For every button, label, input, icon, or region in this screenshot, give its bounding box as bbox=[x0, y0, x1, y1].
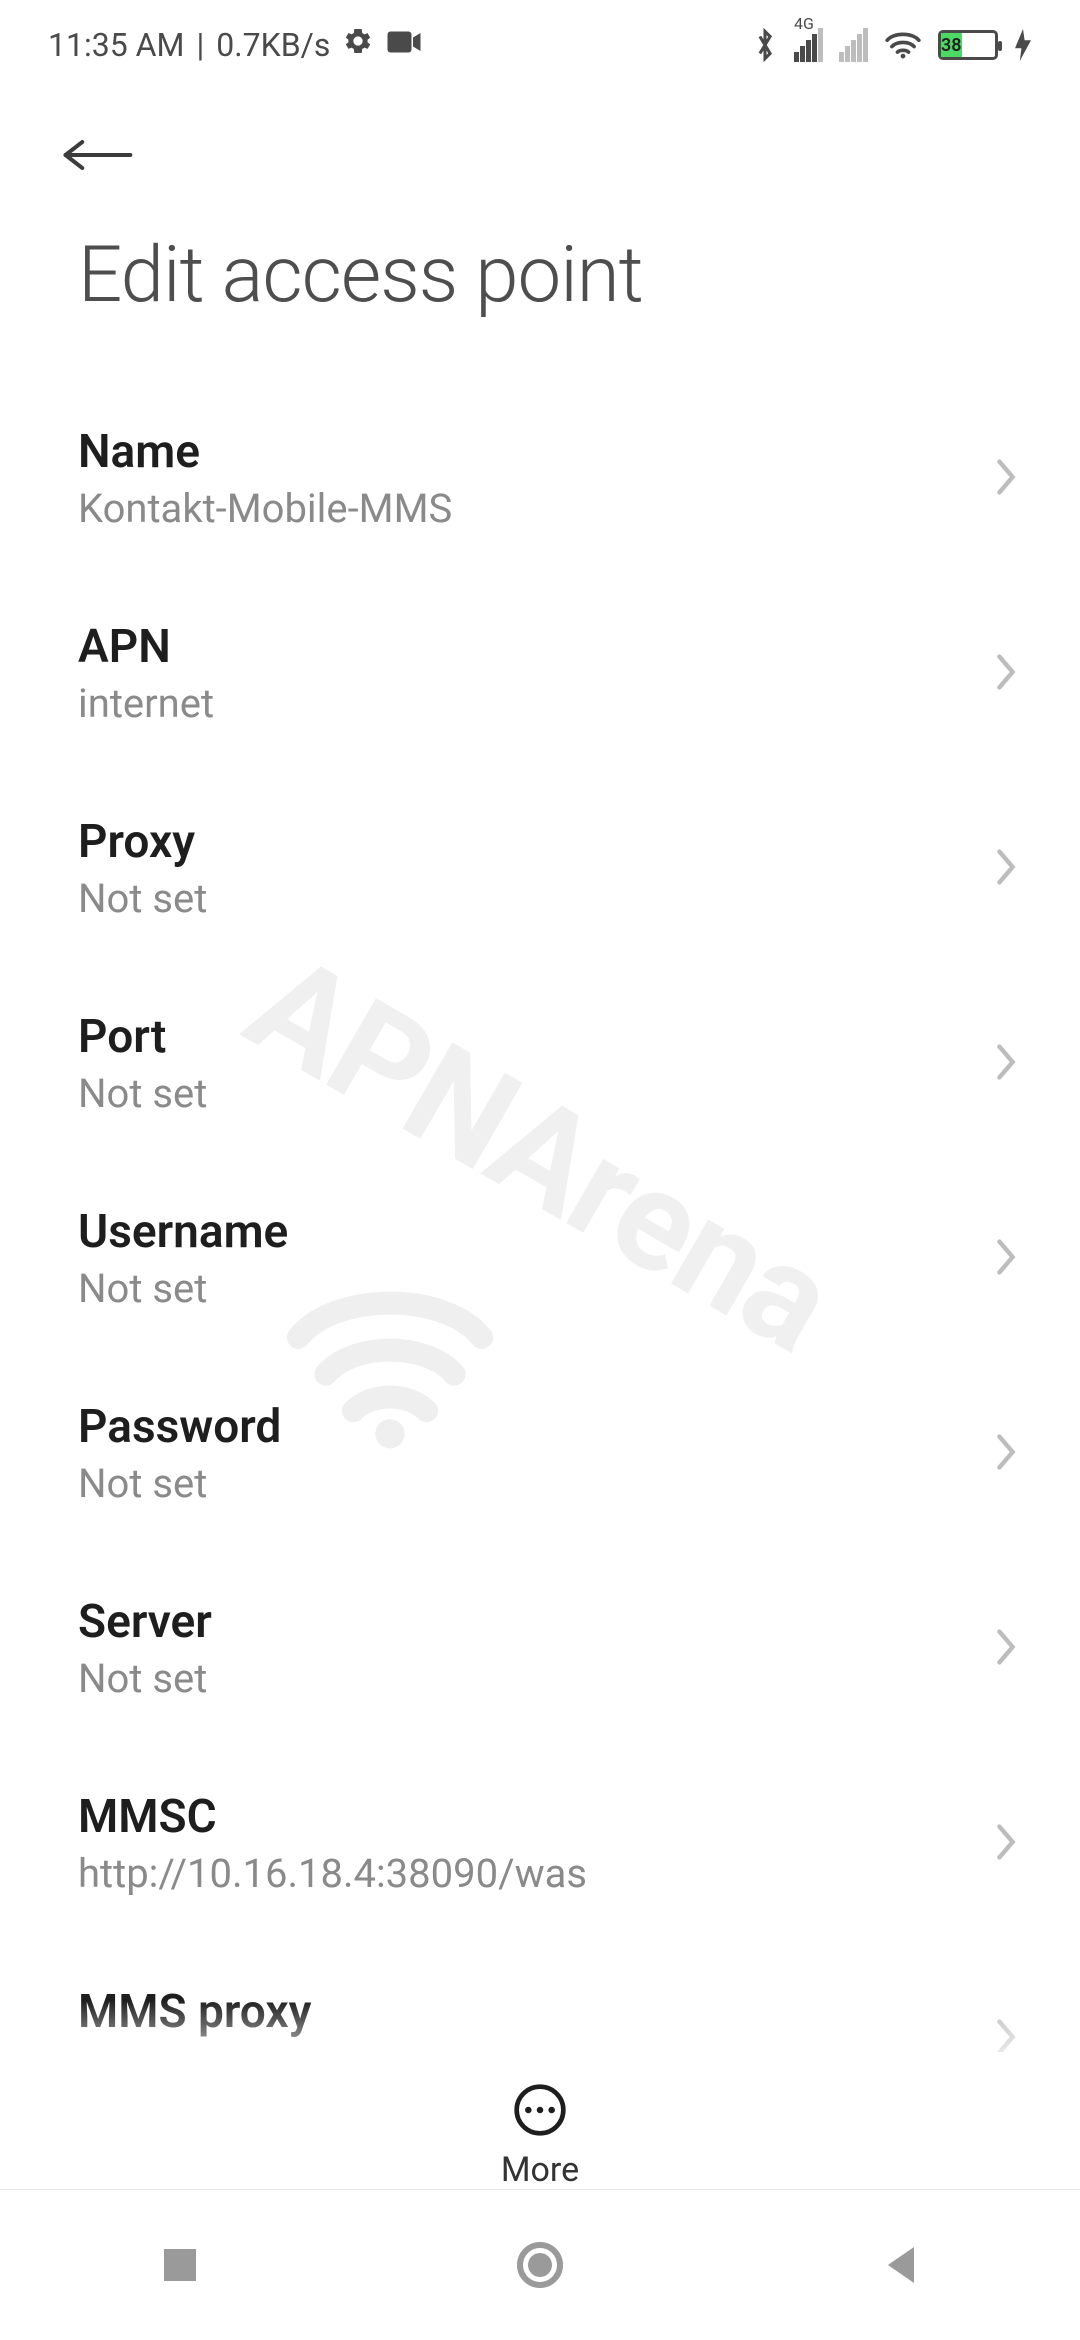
more-icon bbox=[512, 2082, 568, 2142]
apn-item-password[interactable]: Password Not set bbox=[0, 1356, 1080, 1551]
battery-icon: 38 bbox=[938, 30, 998, 60]
signal-4g-icon: 4G bbox=[794, 28, 823, 62]
chevron-right-icon bbox=[992, 1430, 1020, 1478]
nav-recent-button[interactable] bbox=[150, 2235, 210, 2295]
chevron-right-icon bbox=[992, 1235, 1020, 1283]
more-label: More bbox=[501, 2150, 579, 2190]
item-label: Server bbox=[78, 1595, 212, 1649]
item-value: Not set bbox=[78, 875, 207, 922]
apn-item-apn[interactable]: APN internet bbox=[0, 576, 1080, 771]
item-value: Not set bbox=[78, 1265, 288, 1312]
item-label: MMS proxy bbox=[78, 1985, 311, 2039]
chevron-right-icon bbox=[992, 1820, 1020, 1868]
charging-icon bbox=[1014, 29, 1032, 61]
item-value: http://10.16.18.4:38090/was bbox=[78, 1850, 587, 1897]
wifi-icon bbox=[884, 30, 922, 60]
item-value: Not set bbox=[78, 1070, 207, 1117]
apn-item-server[interactable]: Server Not set bbox=[0, 1551, 1080, 1746]
status-bar: 11:35 AM | 0.7KB/s 4G bbox=[0, 0, 1080, 90]
chevron-right-icon bbox=[992, 1625, 1020, 1673]
signal-no-sim-icon bbox=[839, 28, 868, 62]
item-value: Not set bbox=[78, 1460, 281, 1507]
status-time: 11:35 AM bbox=[48, 26, 184, 64]
chevron-right-icon bbox=[992, 455, 1020, 503]
status-sep: | bbox=[196, 26, 204, 64]
status-speed: 0.7KB/s bbox=[216, 26, 330, 64]
item-value: Not set bbox=[78, 1655, 212, 1702]
item-label: Username bbox=[78, 1205, 288, 1259]
item-value: internet bbox=[78, 680, 214, 727]
apn-item-name[interactable]: Name Kontakt-Mobile-MMS bbox=[0, 381, 1080, 576]
nav-home-button[interactable] bbox=[510, 2235, 570, 2295]
bluetooth-icon bbox=[752, 28, 778, 62]
item-label: Password bbox=[78, 1400, 281, 1454]
page-title: Edit access point bbox=[0, 200, 1080, 381]
more-button[interactable]: More bbox=[0, 2052, 1080, 2190]
item-label: MMSC bbox=[78, 1790, 587, 1844]
item-label: Proxy bbox=[78, 815, 207, 869]
settings-icon bbox=[342, 25, 374, 65]
item-value: Kontakt-Mobile-MMS bbox=[78, 485, 452, 532]
apn-item-mmsc[interactable]: MMSC http://10.16.18.4:38090/was bbox=[0, 1746, 1080, 1941]
battery-pct: 38 bbox=[941, 35, 962, 56]
camera-icon bbox=[386, 26, 422, 64]
item-label: Name bbox=[78, 425, 452, 479]
system-nav-bar bbox=[0, 2190, 1080, 2340]
apn-item-username[interactable]: Username Not set bbox=[0, 1161, 1080, 1356]
item-label: Port bbox=[78, 1010, 207, 1064]
toolbar bbox=[0, 90, 1080, 200]
nav-back-button[interactable] bbox=[870, 2235, 930, 2295]
apn-item-proxy[interactable]: Proxy Not set bbox=[0, 771, 1080, 966]
chevron-right-icon bbox=[992, 845, 1020, 893]
settings-list: Name Kontakt-Mobile-MMS APN internet Pro… bbox=[0, 381, 1080, 2136]
back-button[interactable] bbox=[60, 130, 140, 180]
chevron-right-icon bbox=[992, 650, 1020, 698]
apn-item-port[interactable]: Port Not set bbox=[0, 966, 1080, 1161]
chevron-right-icon bbox=[992, 1040, 1020, 1088]
item-label: APN bbox=[78, 620, 214, 674]
